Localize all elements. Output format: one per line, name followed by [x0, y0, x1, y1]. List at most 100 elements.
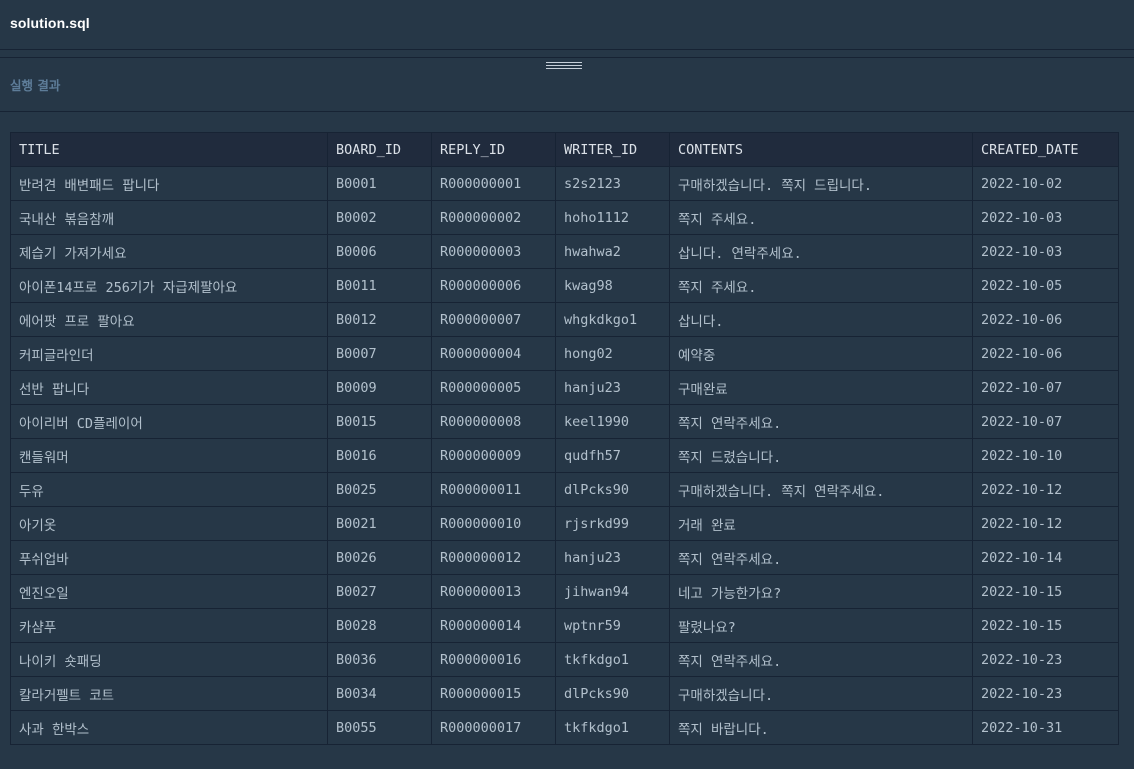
table-cell-board-id: B0006 [327, 234, 432, 269]
table-cell-created-date: 2022-10-07 [972, 370, 1119, 405]
table-cell-title: 아기옷 [10, 506, 328, 541]
table-cell-contents: 쪽지 바랍니다. [669, 710, 973, 745]
table-cell-contents: 삽니다. 연락주세요. [669, 234, 973, 269]
table-cell-writer-id: jihwan94 [555, 574, 670, 609]
editor-header: solution.sql [0, 0, 1134, 50]
file-name: solution.sql [10, 15, 90, 31]
table-cell-title: 푸쉬업바 [10, 540, 328, 575]
table-cell-created-date: 2022-10-03 [972, 200, 1119, 235]
table-cell-writer-id: hanju23 [555, 370, 670, 405]
table-row: 칼라거펠트 코트 B0034 R000000015 dlPcks90 구매하겠습니다. 2… [10, 676, 1119, 711]
table-cell-title: 사과 한박스 [10, 710, 328, 745]
column-header-writer-id: WRITER_ID [555, 132, 670, 167]
table-cell-contents: 쪽지 연락주세요. [669, 642, 973, 677]
table-cell-board-id: B0015 [327, 404, 432, 439]
table-cell-writer-id: wptnr59 [555, 608, 670, 643]
table-row: 아기옷 B0021 R000000010 rjsrkd99 거래 완료 2022-10-1… [10, 506, 1119, 541]
result-table-container: TITLE BOARD_ID REPLY_ID WRITER_ID CONTENTS CR… [10, 132, 1119, 745]
table-cell-title: 칼라거펠트 코트 [10, 676, 328, 711]
table-cell-title: 선반 팝니다 [10, 370, 328, 405]
table-cell-reply-id: R000000013 [431, 574, 556, 609]
table-cell-reply-id: R000000005 [431, 370, 556, 405]
table-cell-contents: 팔렸나요? [669, 608, 973, 643]
column-header-created-date: CREATED_DATE [972, 132, 1119, 167]
table-cell-contents: 구매완료 [669, 370, 973, 405]
table-cell-reply-id: R000000015 [431, 676, 556, 711]
result-section-header: 실행 결과 [0, 58, 1134, 112]
table-row: 나이키 숏패딩 B0036 R000000016 tkfkdgo1 쪽지 연락주세요. 2… [10, 642, 1119, 677]
table-cell-title: 엔진오일 [10, 574, 328, 609]
table-cell-created-date: 2022-10-31 [972, 710, 1119, 745]
table-cell-board-id: B0034 [327, 676, 432, 711]
table-row: 선반 팝니다 B0009 R000000005 hanju23 구매완료 2022-10-… [10, 370, 1119, 405]
table-cell-title: 제습기 가져가세요 [10, 234, 328, 269]
table-cell-writer-id: hoho1112 [555, 200, 670, 235]
table-cell-board-id: B0009 [327, 370, 432, 405]
table-row: 카샴푸 B0028 R000000014 wptnr59 팔렸나요? 2022-10-15 [10, 608, 1119, 643]
table-cell-title: 에어팟 프로 팔아요 [10, 302, 328, 337]
table-cell-reply-id: R000000016 [431, 642, 556, 677]
table-row: 푸쉬업바 B0026 R000000012 hanju23 쪽지 연락주세요. 2022-… [10, 540, 1119, 575]
column-header-board-id: BOARD_ID [327, 132, 432, 167]
table-cell-reply-id: R000000008 [431, 404, 556, 439]
table-cell-created-date: 2022-10-23 [972, 676, 1119, 711]
table-row: 아이폰14프로 256기가 자급제팔아요 B0011 R000000006 kwag9… [10, 268, 1119, 303]
table-cell-title: 카샴푸 [10, 608, 328, 643]
table-cell-created-date: 2022-10-05 [972, 268, 1119, 303]
table-cell-writer-id: keel1990 [555, 404, 670, 439]
table-cell-contents: 쪽지 연락주세요. [669, 540, 973, 575]
table-cell-title: 반려견 배변패드 팝니다 [10, 166, 328, 201]
table-cell-contents: 구매하겠습니다. 쪽지 연락주세요. [669, 472, 973, 507]
table-row: 제습기 가져가세요 B0006 R000000003 hwahwa2 삽니다. 연락주세… [10, 234, 1119, 269]
table-cell-created-date: 2022-10-07 [972, 404, 1119, 439]
panel-splitter [0, 50, 1134, 58]
table-cell-reply-id: R000000004 [431, 336, 556, 371]
table-row: 커피글라인더 B0007 R000000004 hong02 예약중 2022-10-06 [10, 336, 1119, 371]
table-cell-reply-id: R000000006 [431, 268, 556, 303]
table-cell-created-date: 2022-10-10 [972, 438, 1119, 473]
table-cell-reply-id: R000000014 [431, 608, 556, 643]
table-cell-created-date: 2022-10-06 [972, 336, 1119, 371]
table-cell-reply-id: R000000001 [431, 166, 556, 201]
table-row: 국내산 볶음참깨 B0002 R000000002 hoho1112 쪽지 주세요. 20… [10, 200, 1119, 235]
table-cell-title: 나이키 숏패딩 [10, 642, 328, 677]
table-cell-writer-id: hwahwa2 [555, 234, 670, 269]
result-title: 실행 결과 [10, 78, 61, 93]
table-cell-title: 커피글라인더 [10, 336, 328, 371]
table-cell-board-id: B0012 [327, 302, 432, 337]
table-cell-created-date: 2022-10-15 [972, 574, 1119, 609]
table-row: 에어팟 프로 팔아요 B0012 R000000007 whgkdkgo1 삽니다. 20… [10, 302, 1119, 337]
table-cell-writer-id: tkfkdgo1 [555, 642, 670, 677]
result-table: TITLE BOARD_ID REPLY_ID WRITER_ID CONTENTS CR… [10, 132, 1119, 745]
table-cell-board-id: B0007 [327, 336, 432, 371]
table-cell-writer-id: whgkdkgo1 [555, 302, 670, 337]
table-cell-reply-id: R000000010 [431, 506, 556, 541]
table-cell-created-date: 2022-10-12 [972, 506, 1119, 541]
table-cell-writer-id: kwag98 [555, 268, 670, 303]
table-cell-title: 캔들워머 [10, 438, 328, 473]
table-cell-created-date: 2022-10-14 [972, 540, 1119, 575]
table-cell-title: 아이리버 CD플레이어 [10, 404, 328, 439]
table-cell-reply-id: R000000009 [431, 438, 556, 473]
table-cell-contents: 쪽지 주세요. [669, 268, 973, 303]
table-cell-board-id: B0055 [327, 710, 432, 745]
table-body: 반려견 배변패드 팝니다 B0001 R000000001 s2s2123 구매하겠습니… [10, 166, 1119, 745]
column-header-title: TITLE [10, 132, 328, 167]
table-cell-contents: 구매하겠습니다. 쪽지 드립니다. [669, 166, 973, 201]
table-cell-reply-id: R000000017 [431, 710, 556, 745]
table-cell-contents: 예약중 [669, 336, 973, 371]
table-cell-board-id: B0002 [327, 200, 432, 235]
table-cell-created-date: 2022-10-02 [972, 166, 1119, 201]
table-row: 캔들워머 B0016 R000000009 qudfh57 쪽지 드렸습니다. 2022-… [10, 438, 1119, 473]
table-cell-board-id: B0036 [327, 642, 432, 677]
table-row: 반려견 배변패드 팝니다 B0001 R000000001 s2s2123 구매하겠습니… [10, 166, 1119, 201]
table-cell-board-id: B0028 [327, 608, 432, 643]
table-cell-board-id: B0011 [327, 268, 432, 303]
table-cell-writer-id: dlPcks90 [555, 472, 670, 507]
table-cell-contents: 삽니다. [669, 302, 973, 337]
table-cell-board-id: B0021 [327, 506, 432, 541]
table-cell-reply-id: R000000007 [431, 302, 556, 337]
table-cell-title: 아이폰14프로 256기가 자급제팔아요 [10, 268, 328, 303]
table-cell-writer-id: s2s2123 [555, 166, 670, 201]
table-cell-reply-id: R000000002 [431, 200, 556, 235]
